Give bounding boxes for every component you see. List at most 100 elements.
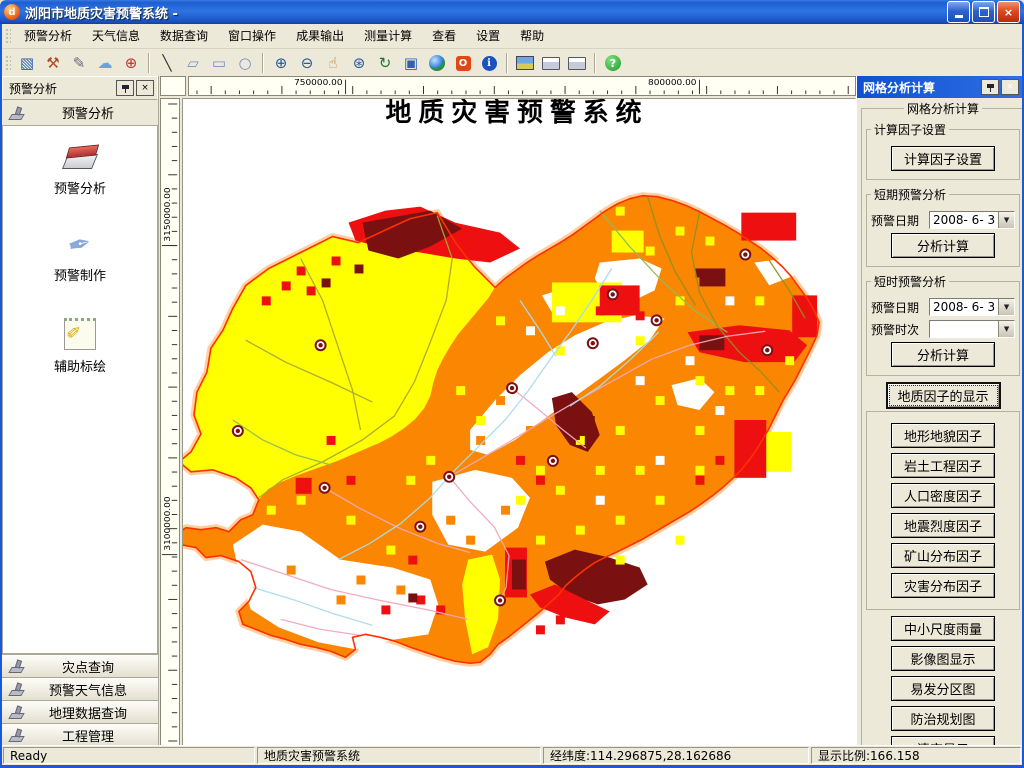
zoom-extent-tool-icon[interactable]: ⊛ [347, 51, 371, 75]
menu-item-6[interactable]: 测量计算 [354, 25, 422, 47]
center-target-tool-icon[interactable]: ⊕ [119, 51, 143, 75]
vruler-label: 3100000.00 [163, 496, 172, 550]
factor-button-3[interactable]: 人口密度因子 [891, 483, 996, 508]
toolbar: ▧ ⚒ ✎ ☁ ⊕ ╲ ▱ ▭ ○ ⊕ ⊖ ☝ ⊛ ↻ ▣ Oi? [2, 48, 1022, 77]
menu-item-5[interactable]: 成果输出 [286, 25, 354, 47]
line-draw-tool-icon[interactable]: ╲ [155, 51, 179, 75]
menu-item-7[interactable]: 查看 [422, 25, 466, 47]
sidebar-item-geo-data-query[interactable]: 地理数据查询 [2, 700, 158, 723]
geo-factor-display-button[interactable]: 地质因子的显示 [885, 382, 1001, 409]
menu-item-1[interactable]: 预警分析 [14, 25, 82, 47]
map-image-tool-icon[interactable] [513, 51, 537, 75]
zoom-out-tool-icon[interactable]: ⊖ [295, 51, 319, 75]
polygon-draw-tool-icon[interactable]: ▱ [181, 51, 205, 75]
info-tool-glyph: i [481, 55, 497, 71]
stamp-icon [8, 106, 24, 120]
zoom-in-tool-icon[interactable]: ⊕ [269, 51, 293, 75]
left-panel-pin-button[interactable] [116, 80, 134, 96]
select-map-tool-icon[interactable]: ▧ [15, 51, 39, 75]
help-tool-icon[interactable]: ? [601, 51, 625, 75]
project-manage-label: 工程管理 [61, 729, 114, 745]
map-canvas[interactable]: 地质灾害预警系统 [182, 98, 856, 746]
sidebar-item-disaster-point-query[interactable]: 灾点查询 [2, 654, 158, 677]
minimize-button[interactable] [947, 1, 970, 23]
right-panel-titlebar: 网格分析计算 × [857, 76, 1022, 98]
short-term-analyze-button[interactable]: 分析计算 [891, 233, 996, 258]
sidebar-item-warn-analysis[interactable]: 预警分析 [3, 142, 157, 197]
factor-button-5[interactable]: 矿山分布因子 [891, 543, 996, 568]
sidebar-item-project-manage[interactable]: 工程管理 [2, 723, 158, 746]
info-tool-icon[interactable]: i [477, 51, 501, 75]
sidebar-item-warn-produce[interactable]: ✒ 预警制作 [3, 226, 157, 284]
help-tool-glyph: ? [605, 55, 621, 71]
factor-button-1[interactable]: 地形地貌因子 [891, 423, 996, 448]
print-preview-tool-icon[interactable] [565, 51, 589, 75]
sidebar-item-aux-plot[interactable]: ✏ 辅助标绘 [3, 318, 157, 375]
short-time-date-value: 2008- 6- 3 [933, 300, 996, 314]
rect-draw-tool-icon[interactable]: ▭ [207, 51, 231, 75]
menu-item-4[interactable]: 窗口操作 [218, 25, 286, 47]
disaster-point-query-icon [8, 659, 24, 673]
left-panel-bottom-items: 灾点查询预警天气信息 地理数据查询 工程管理 [2, 654, 158, 746]
chevron-down-icon[interactable]: ▼ [998, 212, 1015, 228]
extra-buttons: 中小尺度雨量影像图显示易发分区图防治规划图清空显示 [866, 616, 1020, 746]
restore-button[interactable] [972, 1, 995, 23]
globe-tool-glyph [429, 55, 445, 71]
factor-button-2[interactable]: 岩土工程因子 [891, 453, 996, 478]
factor-button-6[interactable]: 灾害分布因子 [891, 573, 996, 598]
right-panel-close-button[interactable]: × [1001, 79, 1019, 95]
menu-item-3[interactable]: 数据查询 [150, 25, 218, 47]
hruler-label: 800000.00 [648, 78, 696, 87]
short-time-label: 短时预警分析 [874, 275, 947, 289]
warn-analysis-icon [62, 142, 98, 172]
menu-item-2[interactable]: 天气信息 [82, 25, 150, 47]
extra-button-3[interactable]: 易发分区图 [891, 676, 996, 701]
sidebar-item-warn-weather-info[interactable]: 预警天气信息 [2, 677, 158, 700]
short-time-hour-select[interactable]: ▼ [929, 320, 1016, 338]
chevron-down-icon[interactable]: ▼ [998, 299, 1015, 315]
map-image-tool-glyph [516, 56, 534, 70]
status-coordinates: 经纬度:114.296875,28.162686 [543, 747, 809, 764]
geo-data-query-icon [8, 705, 24, 719]
window-border-left [0, 24, 2, 768]
menu-grip [5, 28, 11, 44]
short-term-date-select[interactable]: 2008- 6- 3 ▼ [929, 211, 1016, 229]
refresh-page-tool-icon[interactable]: ↻ [373, 51, 397, 75]
print-tool-glyph [542, 56, 560, 70]
left-panel-header-label: 预警分析 [61, 107, 114, 122]
short-term-group: 短期预警分析 预警日期 2008- 6- 3 ▼ 分析计算 [866, 186, 1021, 267]
pan-tool-icon[interactable]: ☝ [321, 51, 345, 75]
print-tool-icon[interactable] [539, 51, 563, 75]
left-panel-header[interactable]: 预警分析 [2, 100, 158, 126]
close-button[interactable]: × [997, 1, 1020, 23]
right-panel-title: 网格分析计算 [863, 80, 936, 95]
short-term-date-value: 2008- 6- 3 [933, 213, 996, 227]
left-panel-close-button[interactable]: × [136, 80, 154, 96]
short-time-date-select[interactable]: 2008- 6- 3 ▼ [929, 298, 1016, 316]
menu-item-9[interactable]: 帮助 [510, 25, 554, 47]
globe-tool-icon[interactable] [425, 51, 449, 75]
left-panel-title: 预警分析 [9, 81, 58, 96]
warn-stamp-tool-icon[interactable]: ⚒ [41, 51, 65, 75]
right-panel-pin-button[interactable] [981, 79, 999, 95]
geo-data-query-label: 地理数据查询 [48, 706, 127, 722]
short-time-analyze-button[interactable]: 分析计算 [891, 342, 996, 367]
stop-tool-icon[interactable]: O [451, 51, 475, 75]
cloud-tool-icon[interactable]: ☁ [93, 51, 117, 75]
factor-setting-button[interactable]: 计算因子设置 [891, 146, 996, 171]
pencil-icon: ✏ [62, 319, 88, 346]
stop-tool-glyph: O [455, 55, 471, 71]
chevron-down-icon[interactable]: ▼ [998, 321, 1015, 337]
ellipse-draw-tool-icon[interactable]: ○ [233, 51, 257, 75]
factor-button-4[interactable]: 地震烈度因子 [891, 513, 996, 538]
warn-analysis-label: 预警分析 [53, 182, 106, 197]
copy-layers-tool-icon[interactable]: ▣ [399, 51, 423, 75]
extra-button-4[interactable]: 防治规划图 [891, 706, 996, 731]
menu-item-8[interactable]: 设置 [466, 25, 510, 47]
vruler-label: 3150000.00 [163, 187, 172, 241]
ruler-corner [160, 76, 186, 96]
extra-button-2[interactable]: 影像图显示 [891, 646, 996, 671]
hammer-tool-icon[interactable]: ✎ [67, 51, 91, 75]
extra-button-1[interactable]: 中小尺度雨量 [891, 616, 996, 641]
warn-weather-info-label: 预警天气信息 [48, 683, 127, 699]
